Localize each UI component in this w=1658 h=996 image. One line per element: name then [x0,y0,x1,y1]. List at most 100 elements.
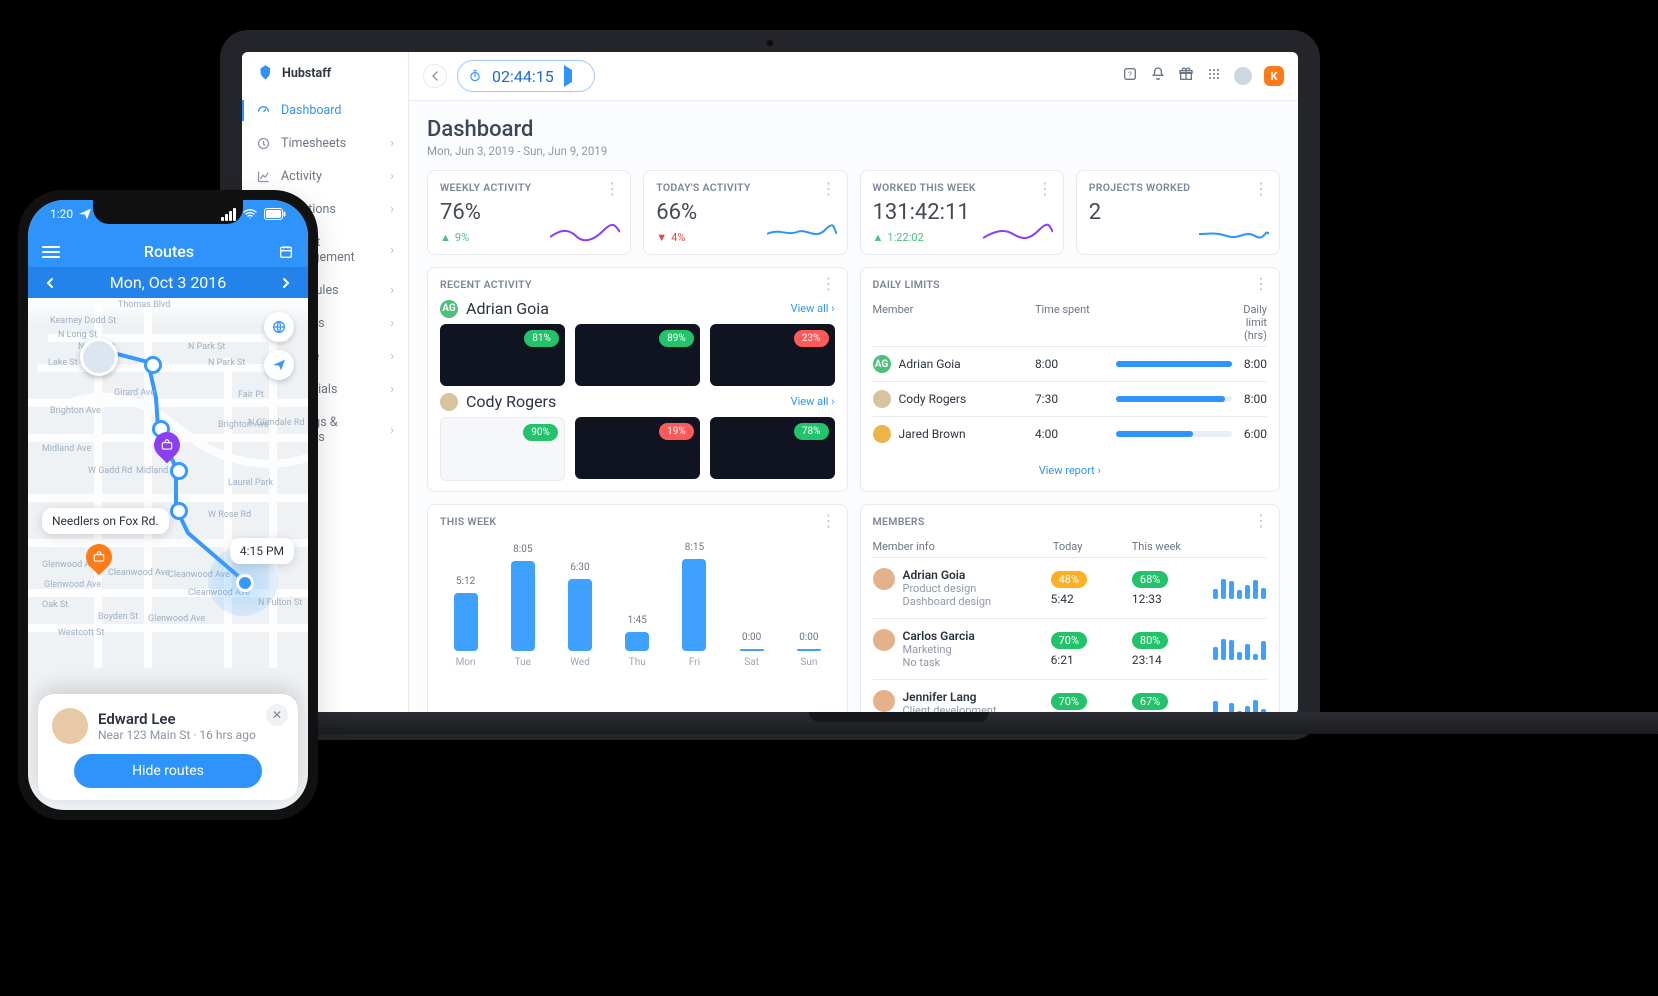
stat-projects-worked: ⋮ PROJECTS WORKED 2 [1076,170,1280,255]
battery-icon [264,208,286,220]
help-icon[interactable]: ? [1122,66,1138,86]
sparkline-icon [550,222,620,244]
globe-icon [271,319,287,335]
menu-icon[interactable] [42,246,60,258]
sidebar-item-timesheets[interactable]: Timesheets› [242,127,408,160]
main-area: 02:44:15 ? K Dashboard Mon, Jun 3, 2019 … [409,52,1298,714]
sidebar-item-dashboard[interactable]: Dashboard [242,94,408,127]
bar-category-label: Mon [456,657,476,668]
street-label: Kearney Dodd St [50,316,116,326]
week-pct: 67% [1132,693,1168,710]
bar-value-label: 1:45 [628,615,647,626]
street-label: Westcott St [58,628,104,638]
daily-limit-row: Jared Brown4:006:00 [873,416,1268,451]
member-task: Dashboard design [903,595,992,608]
chevron-right-icon: › [390,382,394,397]
chevron-left-icon[interactable] [42,275,58,291]
bell-icon[interactable] [1150,66,1166,86]
panel-menu-icon[interactable]: ⋮ [1253,513,1269,529]
route-node [170,462,188,480]
user-avatar[interactable] [1234,67,1252,85]
nav-arrow-icon [77,206,93,222]
member-info: Jennifer LangClient developmentNo task [873,690,1045,714]
activity-pct-badge: 81% [524,330,559,347]
chevron-right-icon: › [390,349,394,364]
member-name: Cody Rogers [899,392,967,406]
street-label: Fair Pt [238,390,264,400]
card-menu-icon[interactable]: ⋮ [604,181,620,197]
street-label: Girard Ave [114,388,155,398]
sidebar-item-activity[interactable]: Activity› [242,160,408,193]
phone-map[interactable]: Thomas BlvdKearney Dodd StN Long StN Pin… [28,298,308,668]
member-row: Carlos GarciaMarketingNo task70%6:2180%2… [873,618,1268,679]
street-label: Glenwood Ave [44,580,101,590]
org-badge[interactable]: K [1264,66,1284,86]
place-bubble[interactable]: Needlers on Fox Rd. [42,508,169,534]
week-time: 23:14 [1132,653,1162,667]
screenshot-thumb[interactable]: 19% [575,417,700,479]
screenshot-thumb[interactable]: 78% [710,417,835,479]
time-bubble[interactable]: 4:15 PM [230,538,294,564]
gauge-icon [256,103,271,118]
screenshot-thumb[interactable]: 81% [440,324,565,386]
laptop-screen: Hubstaff DashboardTimesheets›Activity›Lo… [242,52,1298,714]
bar-value-label: 6:30 [570,562,589,573]
panel-menu-icon[interactable]: ⋮ [821,513,837,529]
sheet-user: Edward Lee Near 123 Main St · 16 hrs ago [52,708,284,744]
current-location [236,574,254,592]
apps-icon[interactable] [1206,66,1222,86]
chevron-right-icon[interactable] [278,275,294,291]
screenshot-thumb[interactable]: 89% [575,324,700,386]
daily-limit: 8:00 [1232,357,1267,371]
chevron-right-icon: › [390,136,394,151]
globe-button[interactable] [264,312,294,342]
close-icon[interactable]: ✕ [266,704,288,726]
sparkline-icon [983,222,1053,244]
view-report-link[interactable]: View report › [1039,464,1101,477]
bar-value-label: 5:12 [456,576,475,587]
bar-value-label: 0:00 [799,632,818,643]
screenshot-thumb[interactable]: 90% [440,417,565,481]
panel-menu-icon[interactable]: ⋮ [1253,276,1269,292]
view-all-link[interactable]: View all › [791,395,835,408]
screenshot-thumbs: 90% 19%78% [440,417,835,481]
avatar [873,629,895,651]
calendar-icon[interactable] [278,244,294,260]
panel-menu-icon[interactable]: ⋮ [821,276,837,292]
card-menu-icon[interactable]: ⋮ [821,181,837,197]
daily-limits-header: Member Time spent Daily limit (hrs) [873,299,1268,346]
page-title: Dashboard [427,117,1280,142]
chevron-right-icon: › [390,202,394,217]
clock-icon [256,136,271,151]
bar-category-label: Sat [744,657,759,668]
hide-routes-button[interactable]: Hide routes [74,754,262,788]
avatar: AG [873,355,891,373]
laptop-base [120,712,1658,744]
panels-row-1: ⋮ RECENT ACTIVITY AGAdrian GoiaView all … [427,267,1280,492]
screenshot-thumb[interactable]: 23% [710,324,835,386]
card-menu-icon[interactable]: ⋮ [1037,181,1053,197]
limit-bar [1116,396,1232,402]
locate-icon [271,357,287,373]
bar-value-label: 8:05 [513,544,532,555]
col-time-spent: Time spent [1035,303,1116,342]
activity-pct-badge: 90% [523,424,558,441]
brand-logo[interactable]: Hubstaff [242,52,408,94]
locate-button[interactable] [264,350,294,380]
card-menu-icon[interactable]: ⋮ [1253,181,1269,197]
street-label: W Rose Rd [208,510,251,520]
daily-limit: 6:00 [1232,427,1267,441]
today-time: 5:42 [1051,592,1074,606]
member-name: Jared Brown [899,427,966,441]
signal-icon [221,208,236,221]
gift-icon[interactable] [1178,66,1194,86]
today-pct: 70% [1051,693,1087,710]
user-avatar-pin[interactable] [80,338,118,376]
play-icon [564,65,584,87]
view-all-link[interactable]: View all › [791,302,835,315]
timer-chip[interactable]: 02:44:15 [457,60,595,92]
chart-bar: 6:30Wed [558,562,601,668]
back-button[interactable] [423,64,447,88]
stat-title: TODAY'S ACTIVITY [656,181,834,194]
stat-weekly-activity: ⋮ WEEKLY ACTIVITY 76% ▲ 9% [427,170,631,255]
